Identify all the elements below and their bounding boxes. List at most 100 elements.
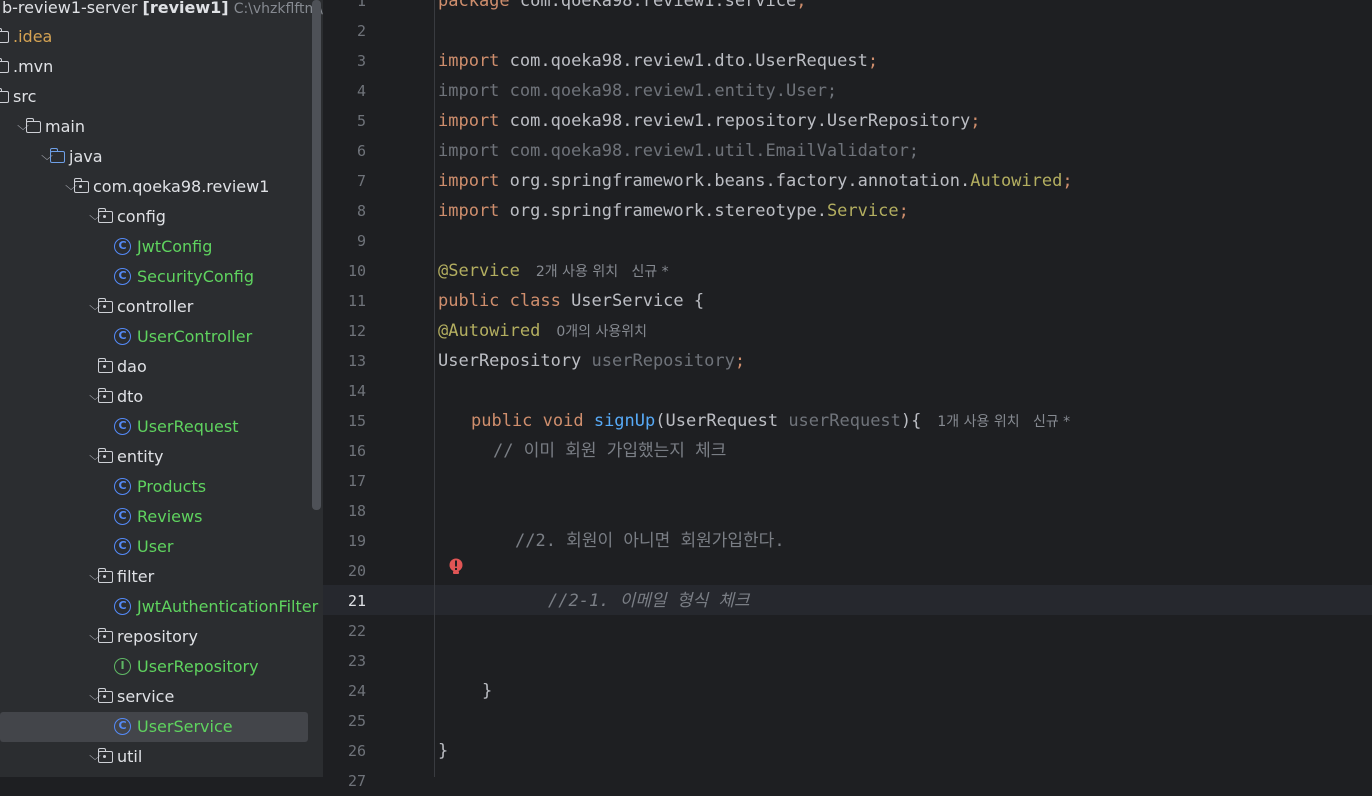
package-icon — [97, 568, 114, 585]
tree-item-jwtconfig[interactable]: C JwtConfig — [0, 232, 308, 262]
tree-item-label: UserController — [137, 327, 253, 346]
code-token: public void — [471, 411, 594, 431]
tree-item-securityconfig[interactable]: C SecurityConfig — [0, 262, 308, 292]
tree-item-label: UserRepository — [137, 657, 259, 676]
tree-item-user[interactable]: C User — [0, 532, 308, 562]
tree-item-filter[interactable]: ⌵ filter — [0, 562, 308, 592]
line-number: 23 — [347, 652, 366, 670]
code-line[interactable]: import org.springframework.stereotype.Se… — [438, 196, 909, 226]
tree-item-label: repository — [117, 627, 198, 646]
tree-item-label: dto — [117, 387, 144, 406]
tree-item-entity[interactable]: ⌵ entity — [0, 442, 308, 472]
code-token: com.qoeka98.review1.repository.UserRepos… — [509, 111, 971, 131]
tree-item-repository[interactable]: ⌵ repository — [0, 622, 308, 652]
tree-item-label: dao — [117, 357, 147, 376]
tree-item-dto[interactable]: ⌵ dto — [0, 382, 308, 412]
usages-inlay-hint[interactable]: 0개의 사용위치 — [556, 324, 647, 340]
usages-inlay-hint[interactable]: 1개 사용 위치 신규 * — [937, 414, 1070, 430]
usages-inlay-hint[interactable]: 2개 사용 위치 신규 * — [536, 264, 669, 280]
package-icon — [73, 178, 90, 195]
code-line[interactable]: import com.qoeka98.review1.dto.UserReque… — [438, 46, 878, 76]
code-line[interactable]: //2-1. 이메일 형식 체크 — [548, 586, 750, 616]
tree-item-label: util — [117, 747, 143, 766]
current-line-highlight — [323, 585, 1372, 615]
package-icon — [97, 298, 114, 315]
line-number: 16 — [347, 442, 366, 460]
tree-item-reviews[interactable]: C Reviews — [0, 502, 308, 532]
tree-item-usercontroller[interactable]: C UserController — [0, 322, 308, 352]
code-line[interactable]: } — [438, 736, 448, 766]
tree-item-userrepository[interactable]: I UserRepository — [0, 652, 308, 682]
tree-item-com-qoeka98-review1[interactable]: ⌵ com.qoeka98.review1 — [0, 172, 308, 202]
tree-scrollbar[interactable] — [312, 0, 321, 510]
code-token: com.qoeka98.review1.service — [519, 0, 797, 11]
tree-item-config[interactable]: ⌵ config — [0, 202, 308, 232]
class-icon: C — [114, 268, 131, 285]
tree-item-label: controller — [117, 297, 194, 316]
code-line[interactable]: UserRepository userRepository; — [438, 346, 745, 376]
tree-item-jwtauthenticationfilter[interactable]: C JwtAuthenticationFilter — [0, 592, 318, 622]
tree-item-label: service — [117, 687, 175, 706]
code-line[interactable]: @Autowired 0개의 사용위치 — [438, 316, 647, 347]
tree-item-label: .mvn — [13, 57, 54, 76]
tree-item-idea[interactable]: .idea — [0, 22, 308, 52]
tree-item-label: Reviews — [137, 507, 203, 526]
tree-item-label: User — [137, 537, 174, 556]
tree-item-label: SecurityConfig — [137, 267, 255, 286]
tree-item-controller[interactable]: ⌵ controller — [0, 292, 308, 322]
code-line[interactable]: import org.springframework.beans.factory… — [438, 166, 1073, 196]
code-token: userRequest — [788, 411, 901, 431]
line-number: 13 — [347, 352, 366, 370]
line-number: 14 — [347, 382, 366, 400]
folder-icon — [0, 58, 10, 75]
code-token: @Autowired — [438, 321, 541, 341]
code-token: public class — [438, 291, 572, 311]
tree-item-label: java — [69, 147, 103, 166]
line-number: 8 — [356, 202, 366, 220]
code-line[interactable]: public class UserService { — [438, 286, 704, 316]
folder-icon — [0, 28, 10, 45]
tree-item-util[interactable]: ⌵ util — [0, 742, 308, 772]
code-line[interactable]: import com.qoeka98.review1.repository.Us… — [438, 106, 980, 136]
code-line[interactable]: public void signUp(UserRequest userReque… — [471, 406, 1070, 437]
code-line[interactable]: package com.qoeka98.review1.service; — [438, 0, 806, 16]
class-icon: C — [114, 418, 131, 435]
code-line[interactable]: } — [482, 676, 492, 706]
tree-item-userservice[interactable]: C UserService — [0, 712, 308, 742]
project-root-path: C:\vhzkflftm\ — [233, 1, 323, 17]
line-number: 12 — [347, 322, 366, 340]
project-tool-window: b-review1-server [review1] C:\vhzkflftm\… — [0, 0, 323, 777]
tree-item-label: JwtAuthenticationFilter — [137, 597, 319, 616]
package-icon — [97, 448, 114, 465]
code-line[interactable]: @Service 2개 사용 위치 신규 * — [438, 256, 669, 287]
tree-item-label: config — [117, 207, 166, 226]
project-root-row[interactable]: b-review1-server [review1] C:\vhzkflftm\ — [0, 0, 323, 23]
tree-item-label: entity — [117, 447, 164, 466]
tree-item-dao[interactable]: dao — [0, 352, 308, 382]
package-icon — [97, 208, 114, 225]
code-token: UserService { — [571, 291, 705, 311]
code-line[interactable]: import com.qoeka98.review1.util.EmailVal… — [438, 136, 919, 166]
code-token: } — [482, 681, 493, 701]
tree-item-service[interactable]: ⌵ service — [0, 682, 308, 712]
gutter-separator — [434, 0, 435, 777]
code-token: org.springframework.beans.factory.annota… — [509, 171, 971, 191]
folder-icon — [0, 88, 10, 105]
code-line[interactable]: // 이미 회원 가입했는지 체크 — [493, 436, 726, 466]
tree-item-main[interactable]: ⌵ main — [0, 112, 308, 142]
tree-item-products[interactable]: C Products — [0, 472, 308, 502]
class-icon: C — [114, 508, 131, 525]
intention-bulb-icon[interactable] — [447, 557, 465, 577]
code-token: // 이미 회원 가입했는지 체크 — [493, 441, 727, 461]
code-line[interactable]: import com.qoeka98.review1.entity.User; — [438, 76, 837, 106]
tree-item-src[interactable]: src — [0, 82, 308, 112]
interface-icon: I — [114, 658, 131, 675]
tree-item-label: main — [45, 117, 85, 136]
tree-item-label: UserRequest — [137, 417, 239, 436]
tree-item-mvn[interactable]: .mvn — [0, 52, 308, 82]
tree-item-java[interactable]: ⌵ java — [0, 142, 308, 172]
tree-item-userrequest[interactable]: C UserRequest — [0, 412, 308, 442]
code-line[interactable]: //2. 회원이 아니면 회원가입한다. — [515, 526, 785, 556]
tree-item-label: src — [13, 87, 37, 106]
code-token: package — [438, 0, 520, 11]
